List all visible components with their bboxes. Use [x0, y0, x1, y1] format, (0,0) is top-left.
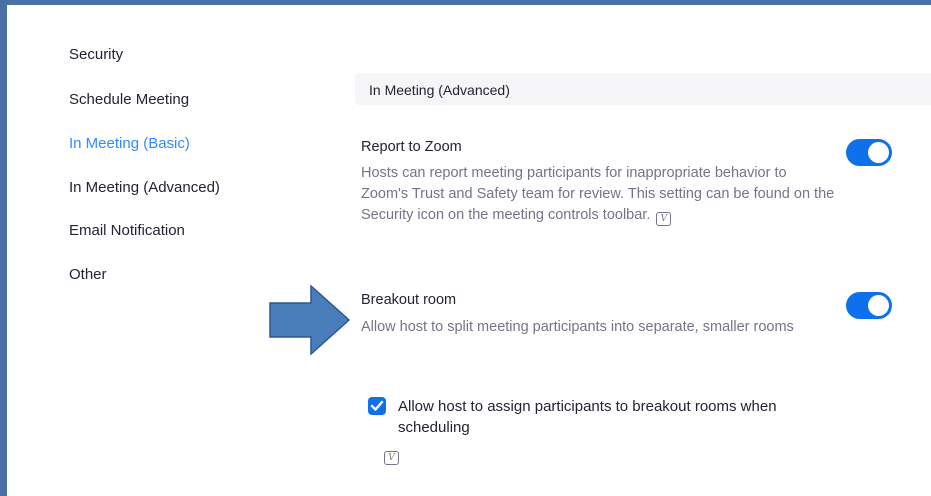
version-icon[interactable]: V: [656, 212, 672, 226]
section-title: In Meeting (Advanced): [369, 82, 510, 98]
toggle-knob: [868, 295, 889, 316]
breakout-room-title: Breakout room: [361, 292, 457, 308]
sidebar-item-schedule-meeting[interactable]: Schedule Meeting: [69, 91, 189, 108]
sidebar-item-in-meeting-advanced[interactable]: In Meeting (Advanced): [69, 179, 220, 196]
report-to-zoom-title: Report to Zoom: [361, 139, 462, 155]
window-frame: Security Schedule Meeting In Meeting (Ba…: [0, 0, 931, 496]
breakout-room-toggle[interactable]: [846, 292, 892, 319]
sidebar-item-in-meeting-basic[interactable]: In Meeting (Basic): [69, 135, 190, 152]
checkmark-icon: [370, 400, 384, 411]
toggle-knob: [868, 142, 889, 163]
version-icon[interactable]: V: [384, 451, 399, 465]
sidebar-item-email-notification[interactable]: Email Notification: [69, 222, 185, 239]
right-arrow-icon: [269, 285, 351, 355]
assign-participants-checkbox[interactable]: [368, 397, 386, 415]
breakout-room-description: Allow host to split meeting participants…: [361, 319, 794, 335]
sidebar-item-security[interactable]: Security: [69, 46, 123, 63]
report-to-zoom-description: Hosts can report meeting participants fo…: [361, 165, 835, 226]
assign-participants-label[interactable]: Allow host to assign participants to bre…: [398, 396, 838, 438]
sidebar-item-other[interactable]: Other: [69, 266, 107, 283]
section-header: In Meeting (Advanced): [355, 73, 931, 105]
report-to-zoom-toggle[interactable]: [846, 139, 892, 166]
